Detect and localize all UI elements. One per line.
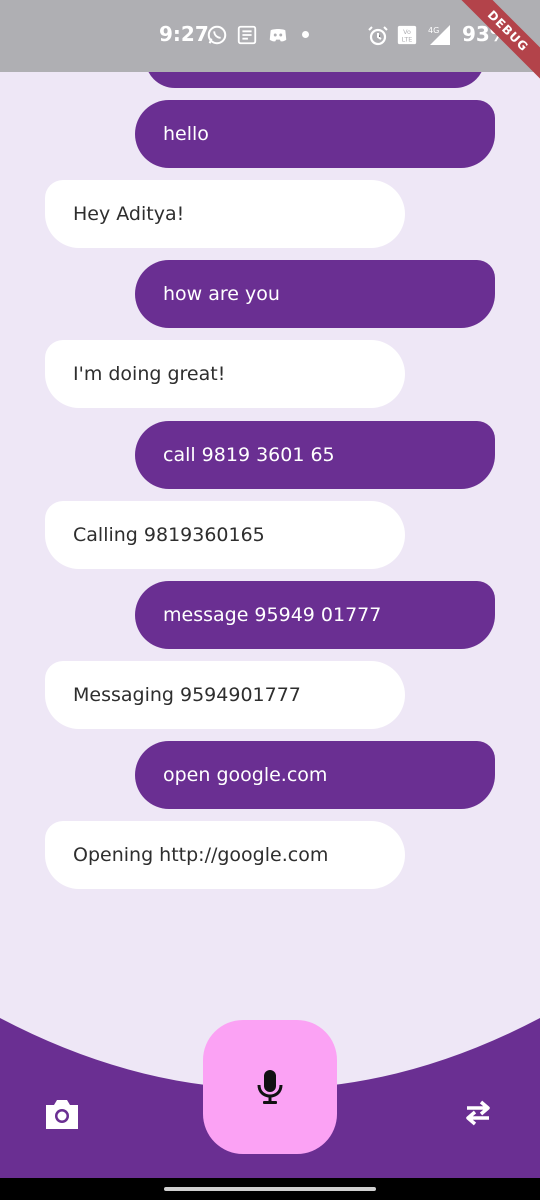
svg-text:4G: 4G bbox=[428, 26, 439, 35]
camera-button[interactable] bbox=[44, 1097, 80, 1131]
bot-message: Calling 9819360165 bbox=[45, 501, 405, 569]
bot-message: I'm doing great! bbox=[45, 340, 405, 408]
bot-message: Hey Aditya! bbox=[45, 180, 405, 248]
status-time: 9:27 bbox=[159, 22, 209, 46]
user-message: hello bbox=[135, 100, 495, 168]
swap-arrows-icon bbox=[466, 1100, 490, 1126]
status-bar: 9:27 Vo LTE 4G 93% DEBUG bbox=[0, 0, 540, 96]
microphone-icon bbox=[257, 1070, 283, 1104]
partial-user-message bbox=[145, 72, 485, 88]
svg-text:LTE: LTE bbox=[402, 35, 413, 43]
chat-list[interactable]: hello Hey Aditya! how are you I'm doing … bbox=[0, 72, 540, 1012]
volte-icon: Vo LTE bbox=[396, 24, 420, 48]
home-gesture-handle[interactable] bbox=[164, 1187, 376, 1191]
user-message: open google.com bbox=[135, 741, 495, 809]
user-message: call 9819 3601 65 bbox=[135, 421, 495, 489]
swap-button[interactable] bbox=[463, 1100, 493, 1126]
news-icon bbox=[236, 24, 260, 48]
camera-icon bbox=[46, 1100, 78, 1129]
alarm-icon bbox=[366, 24, 390, 48]
whatsapp-icon bbox=[206, 24, 230, 48]
microphone-button[interactable] bbox=[203, 1020, 337, 1154]
notification-dot-icon bbox=[302, 31, 309, 38]
discord-icon bbox=[266, 24, 290, 48]
user-message: how are you bbox=[135, 260, 495, 328]
bot-message: Messaging 9594901777 bbox=[45, 661, 405, 729]
signal-icon: 4G bbox=[426, 24, 450, 48]
bot-message: Opening http://google.com bbox=[45, 821, 405, 889]
user-message: message 95949 01777 bbox=[135, 581, 495, 649]
navigation-bar bbox=[0, 1178, 540, 1200]
